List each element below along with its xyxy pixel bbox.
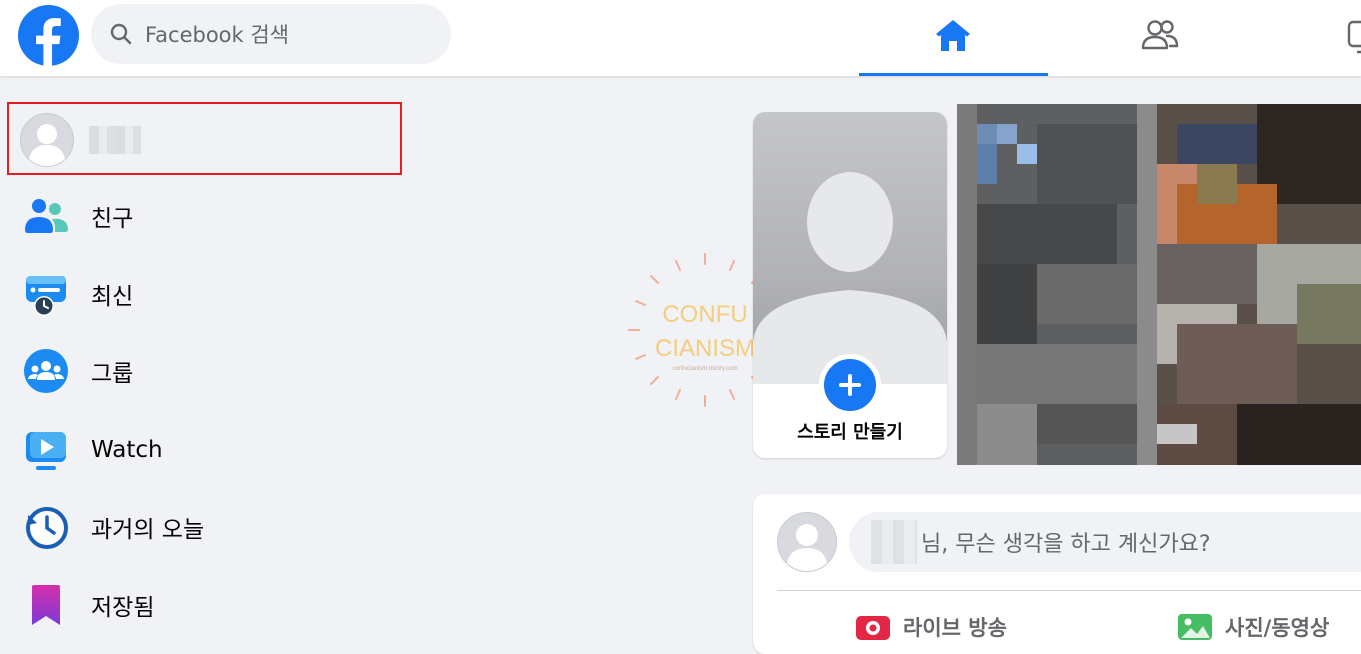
watermark-line2: CIANISM bbox=[655, 335, 755, 362]
sidebar-item-label: Watch bbox=[91, 437, 163, 463]
photo-video-button[interactable]: 사진/동영상 bbox=[1177, 612, 1329, 642]
blurred-user-name bbox=[871, 520, 917, 564]
photo-video-label: 사진/동영상 bbox=[1225, 616, 1330, 640]
whats-on-your-mind-input[interactable]: 님, 무슨 생각을 하고 계신가요? bbox=[849, 512, 1361, 572]
nav-tab-home[interactable] bbox=[859, 0, 1048, 76]
post-composer: 님, 무슨 생각을 하고 계신가요? 라이브 방송 사진/동영상 bbox=[753, 494, 1361, 654]
sidebar-item-label: 과거의 오늘 bbox=[91, 517, 205, 543]
search-icon bbox=[110, 23, 132, 45]
sidebar-item-watch[interactable]: Watch bbox=[0, 415, 420, 485]
watch-outline-icon bbox=[1347, 20, 1361, 54]
most-recent-icon bbox=[26, 276, 66, 316]
sidebar-item-label: 친구 bbox=[91, 206, 134, 232]
story-card-pixelated[interactable] bbox=[957, 104, 1361, 465]
composer-prompt: 님, 무슨 생각을 하고 계신가요? bbox=[921, 532, 1211, 557]
sidebar-item-label: 최신 bbox=[91, 284, 134, 310]
top-navigation-bar: Facebook 검색 bbox=[0, 0, 1361, 76]
home-icon bbox=[936, 20, 970, 51]
watermark-line1: CONFU bbox=[662, 301, 747, 328]
memories-icon bbox=[26, 507, 68, 549]
default-avatar-silhouette bbox=[753, 172, 947, 384]
sidebar-item-saved[interactable]: 저장됨 bbox=[0, 570, 420, 640]
story-profile-image bbox=[753, 112, 947, 384]
watch-icon bbox=[26, 432, 66, 470]
facebook-logo-icon[interactable] bbox=[18, 5, 79, 66]
create-story-card[interactable]: 스토리 만들기 bbox=[753, 112, 947, 458]
create-story-button[interactable] bbox=[819, 354, 881, 416]
sidebar-item-friends[interactable]: 친구 bbox=[0, 181, 420, 251]
plus-icon bbox=[839, 374, 861, 396]
active-tab-indicator bbox=[859, 73, 1048, 76]
blurred-profile-name bbox=[89, 126, 141, 154]
nav-tab-friends[interactable] bbox=[1065, 0, 1254, 76]
pixelated-story-image bbox=[957, 104, 1361, 465]
sidebar-item-most-recent[interactable]: 최신 bbox=[0, 259, 420, 329]
search-box[interactable]: Facebook 검색 bbox=[91, 4, 451, 64]
search-placeholder: Facebook 검색 bbox=[145, 23, 289, 47]
friends-outline-icon bbox=[1141, 20, 1179, 50]
saved-icon bbox=[32, 585, 60, 625]
sidebar-profile-link[interactable] bbox=[7, 102, 402, 175]
live-video-icon bbox=[856, 616, 890, 640]
sidebar-item-groups[interactable]: 그룹 bbox=[0, 336, 420, 406]
avatar bbox=[20, 113, 74, 167]
avatar[interactable] bbox=[777, 512, 837, 572]
watermark-url: confucianism.tistory.com bbox=[672, 366, 737, 372]
sidebar-item-label: 그룹 bbox=[91, 361, 134, 387]
photo-video-icon bbox=[1178, 614, 1212, 640]
live-video-label: 라이브 방송 bbox=[903, 616, 1007, 640]
sidebar-item-memories[interactable]: 과거의 오늘 bbox=[0, 492, 420, 562]
live-video-button[interactable]: 라이브 방송 bbox=[855, 612, 1007, 642]
nav-tab-watch[interactable] bbox=[1271, 0, 1361, 76]
divider bbox=[777, 590, 1361, 591]
sidebar-item-label: 저장됨 bbox=[91, 595, 155, 621]
groups-icon bbox=[24, 349, 68, 393]
create-story-label: 스토리 만들기 bbox=[797, 422, 903, 443]
friends-icon bbox=[25, 199, 68, 233]
